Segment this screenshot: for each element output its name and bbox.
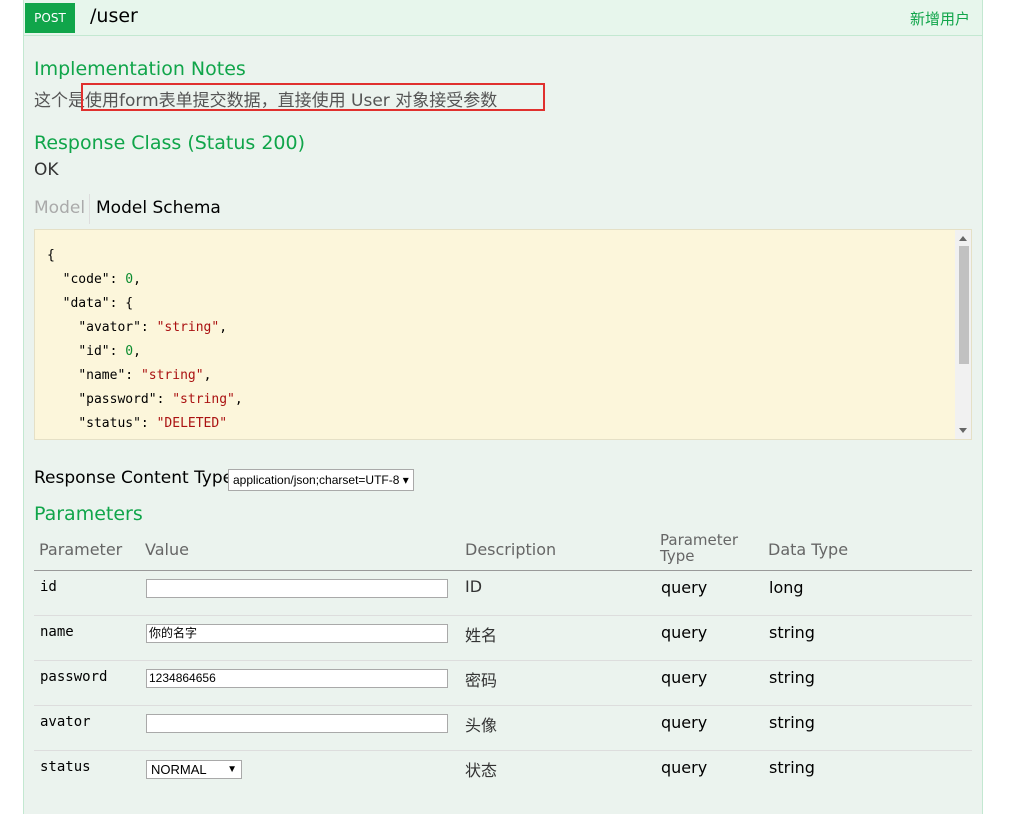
- param-data-type: long: [769, 578, 804, 597]
- param-type: query: [661, 668, 708, 687]
- table-header-divider: [34, 570, 972, 571]
- schema-value: 0: [125, 272, 134, 287]
- scroll-up-arrow-icon[interactable]: [959, 236, 967, 241]
- schema-key: "avator":: [78, 320, 157, 335]
- param-data-type: string: [769, 623, 815, 642]
- param-data-type: string: [769, 668, 815, 687]
- schema-key: "id":: [78, 344, 126, 359]
- schema-suffix: ,: [203, 368, 212, 383]
- model-schema-code: { "code": 0, "data": { "avator": "string…: [47, 244, 243, 436]
- param-name: status: [40, 759, 91, 775]
- schema-key: "name":: [78, 368, 141, 383]
- schema-value: "string": [140, 368, 204, 383]
- schema-suffix: ,: [234, 392, 243, 407]
- response-content-type-label: Response Content Type: [34, 468, 234, 488]
- param-value-input[interactable]: 你的名字: [146, 624, 448, 643]
- param-description: 头像: [465, 716, 498, 735]
- schema-line: "id": 0,: [47, 344, 141, 359]
- schema-value: {: [125, 296, 134, 311]
- schema-key: "status":: [78, 416, 157, 431]
- schema-value: 0: [125, 344, 134, 359]
- col-header-data-type: Data Type: [768, 540, 849, 559]
- param-name: avator: [40, 714, 91, 730]
- param-name: password: [40, 669, 108, 685]
- scroll-down-arrow-icon[interactable]: [959, 428, 967, 433]
- table-row-divider: [34, 750, 972, 751]
- schema-line: "name": "string",: [47, 368, 211, 383]
- http-method-badge[interactable]: POST: [25, 3, 75, 33]
- response-class-title: Response Class (Status 200): [34, 132, 305, 154]
- parameters-title: Parameters: [34, 503, 143, 525]
- annotation-highlight-box: [81, 83, 545, 111]
- param-description: 状态: [465, 761, 498, 780]
- param-value-input[interactable]: 1234864656: [146, 669, 448, 688]
- col-header-parameter: Parameter: [39, 540, 123, 559]
- param-description: ID: [465, 577, 483, 596]
- response-status-text: OK: [34, 160, 59, 180]
- param-data-type: string: [769, 758, 815, 777]
- col-header-description: Description: [465, 540, 557, 559]
- operation-header[interactable]: POST /user 新增用户: [24, 0, 982, 36]
- operation-summary[interactable]: 新增用户: [910, 8, 970, 29]
- schema-scrollbar[interactable]: [955, 230, 971, 439]
- schema-suffix: ,: [133, 272, 141, 287]
- operation-panel: POST /user 新增用户 Implementation Notes 这个是…: [23, 0, 983, 814]
- schema-value: "string": [172, 392, 235, 407]
- param-name: id: [40, 579, 57, 595]
- schema-line: "avator": "string",: [47, 320, 227, 335]
- schema-line: "password": "string",: [47, 392, 243, 407]
- param-type: query: [661, 758, 708, 777]
- schema-value: "string": [156, 320, 220, 335]
- schema-line: {: [47, 248, 55, 263]
- tab-divider: [89, 194, 90, 224]
- table-row-divider: [34, 705, 972, 706]
- param-name: name: [40, 624, 74, 640]
- implementation-notes-title: Implementation Notes: [34, 58, 246, 80]
- param-value-select[interactable]: NORMAL ▼: [146, 760, 242, 779]
- schema-key: "code":: [62, 272, 126, 287]
- schema-line: "data": {: [47, 296, 133, 311]
- param-description: 密码: [465, 671, 498, 690]
- response-content-type-select[interactable]: application/json;charset=UTF-8 ▾: [228, 469, 414, 491]
- schema-value: {: [47, 248, 55, 263]
- table-row-divider: [34, 660, 972, 661]
- param-description: 姓名: [465, 626, 498, 645]
- model-schema-box[interactable]: { "code": 0, "data": { "avator": "string…: [34, 229, 972, 440]
- param-value-input[interactable]: [146, 714, 448, 733]
- param-type: query: [661, 623, 708, 642]
- tab-model-schema[interactable]: Model Schema: [96, 198, 221, 218]
- param-type: query: [661, 713, 708, 732]
- schema-suffix: ,: [133, 344, 141, 359]
- col-header-parameter-type-line1: Parameter: [660, 531, 739, 549]
- param-type: query: [661, 578, 708, 597]
- operation-path[interactable]: /user: [90, 5, 138, 27]
- schema-key: "data":: [62, 296, 126, 311]
- table-row-divider: [34, 615, 972, 616]
- scroll-thumb[interactable]: [959, 246, 969, 364]
- param-value-input[interactable]: [146, 579, 448, 598]
- col-header-parameter-type-line2: Type: [660, 547, 695, 565]
- col-header-value: Value: [145, 540, 189, 559]
- dropdown-arrow-icon[interactable]: ▼: [227, 761, 237, 778]
- schema-suffix: ,: [219, 320, 228, 335]
- schema-key: "password":: [78, 392, 173, 407]
- schema-value: "DELETED": [156, 416, 228, 431]
- tab-model[interactable]: Model: [34, 198, 85, 218]
- schema-line: "status": "DELETED": [47, 416, 227, 431]
- param-data-type: string: [769, 713, 815, 732]
- schema-line: "code": 0,: [47, 272, 141, 287]
